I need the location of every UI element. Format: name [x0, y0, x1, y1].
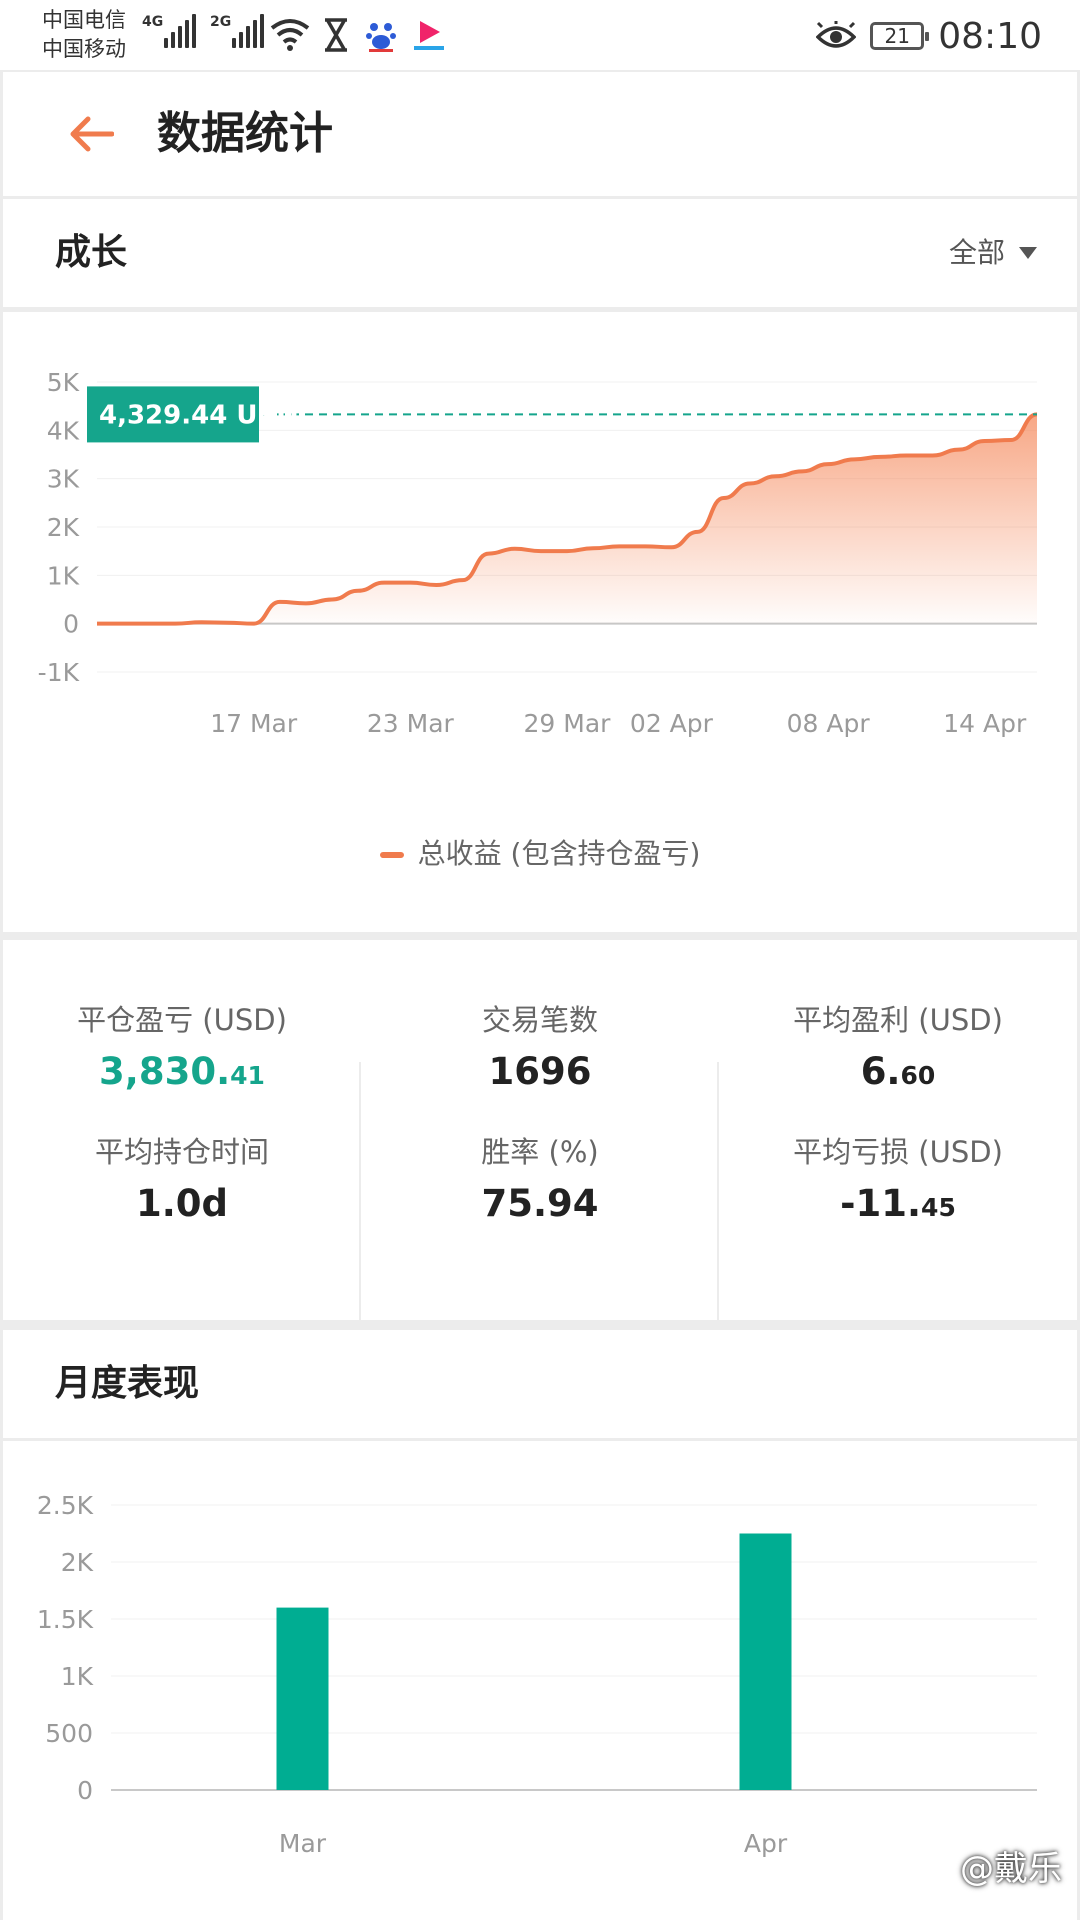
- status-bar: 中国电信 中国移动 4G 2G 21 08:10: [0, 0, 1080, 70]
- stat-label: 平均盈利 (USD): [793, 1003, 1003, 1037]
- legend-swatch: [379, 852, 404, 858]
- x-tick-label: 17 Mar: [210, 709, 298, 738]
- y-tick-label: 1K: [47, 561, 80, 590]
- y-tick-label: 1.5K: [37, 1605, 94, 1634]
- y-tick-label: 2K: [61, 1548, 94, 1577]
- monthly-chart: 0 500 1K 1.5K 2K 2.5K Mar Apr: [37, 1491, 1037, 1858]
- x-tick-label: 08 Apr: [787, 709, 871, 738]
- stat-win-rate: 胜率 (%) 75.94: [361, 1132, 719, 1234]
- x-tick-label: Mar: [279, 1829, 327, 1858]
- growth-area-fill: [97, 414, 1037, 624]
- x-tick-label: 29 Mar: [524, 709, 612, 738]
- range-filter-label: 全部: [948, 236, 1005, 269]
- battery-icon: 21: [870, 22, 930, 50]
- youku-app-icon: [414, 21, 444, 50]
- growth-chart: 4,329.44 USD -1K 0 1K 2K 3K 4K 5K 17 Mar 23 Mar 2…: [38, 368, 1038, 738]
- page-title: 数据统计: [157, 108, 333, 159]
- growth-section-header: 成长 全部: [3, 199, 1077, 307]
- monthly-title: 月度表现: [55, 1363, 200, 1404]
- stat-value: 75.94: [481, 1182, 599, 1225]
- y-tick-label: 2.5K: [37, 1491, 94, 1520]
- y-tick-label: 4K: [47, 416, 80, 445]
- stat-value: 6.60: [860, 1050, 936, 1093]
- eye-icon: [816, 21, 857, 48]
- stat-label: 交易笔数: [481, 1003, 598, 1037]
- x-tick-label: Apr: [744, 1829, 788, 1858]
- column-separator: [717, 1062, 719, 1326]
- stat-label: 胜率 (%): [481, 1135, 599, 1169]
- clock: 08:10: [938, 15, 1042, 57]
- column-separator: [359, 1062, 361, 1326]
- y-tick-label: -1K: [38, 658, 80, 687]
- page: 数据统计 成长 全部 4,329.44 USD -1K 0 1K 2K 3K 4K 5K 17: [3, 72, 1077, 1920]
- monthly-chart-card: 0 500 1K 1.5K 2K 2.5K Mar Apr: [3, 1441, 1077, 1920]
- back-button[interactable]: [63, 106, 119, 162]
- stat-value: 1.0d: [135, 1182, 229, 1225]
- y-tick-label: 0: [63, 610, 79, 639]
- stat-avg-profit: 平均盈利 (USD) 6.60: [719, 1000, 1077, 1102]
- y-tick-label: 2K: [47, 513, 80, 542]
- x-tick-label: 14 Apr: [943, 709, 1027, 738]
- monthly-section-header: 月度表现: [3, 1330, 1077, 1438]
- y-tick-label: 0: [77, 1776, 93, 1805]
- stat-value: -11.45: [840, 1182, 956, 1225]
- stat-trade-count: 交易笔数 1696: [361, 1000, 719, 1102]
- network-type-1: 4G: [142, 14, 164, 30]
- signal-icon: [232, 14, 264, 48]
- range-filter-dropdown[interactable]: 全部: [949, 229, 1037, 277]
- growth-chart-card: 4,329.44 USD -1K 0 1K 2K 3K 4K 5K 17 Mar 23 Mar 2…: [3, 312, 1077, 932]
- stat-label: 平均亏损 (USD): [793, 1135, 1003, 1169]
- growth-legend: 总收益 (包含持仓盈亏): [3, 832, 1077, 872]
- baidu-app-icon: [366, 23, 396, 52]
- status-right: 21 08:10: [816, 14, 1042, 58]
- stat-closed-pnl: 平仓盈亏 (USD) 3,830.41: [3, 1000, 361, 1102]
- signal-icon: [164, 14, 196, 48]
- stat-avg-hold-time: 平均持仓时间 1.0d: [3, 1132, 361, 1234]
- stat-avg-loss: 平均亏损 (USD) -11.45: [719, 1132, 1077, 1234]
- stat-value: 1696: [488, 1050, 592, 1093]
- y-tick-label: 1K: [61, 1662, 94, 1691]
- hourglass-icon: [325, 18, 347, 52]
- carrier-1: 中国电信: [42, 8, 126, 32]
- divider: [3, 307, 1077, 310]
- stat-value: 3,830.41: [99, 1050, 265, 1093]
- app-bar: 数据统计: [3, 72, 1077, 196]
- legend-label: 总收益 (包含持仓盈亏): [417, 837, 701, 870]
- x-tick-label: 23 Mar: [367, 709, 455, 738]
- caret-down-icon: [1019, 247, 1037, 259]
- wifi-icon: [270, 19, 310, 51]
- carrier-2: 中国移动: [42, 37, 126, 61]
- bar-mar[interactable]: [276, 1607, 329, 1790]
- y-tick-label: 500: [45, 1719, 93, 1748]
- arrow-left-icon: [70, 116, 114, 152]
- y-tick-label: 3K: [47, 465, 80, 494]
- watermark: @戴乐: [960, 1849, 1062, 1889]
- x-tick-label: 02 Apr: [630, 709, 714, 738]
- stat-label: 平均持仓时间: [94, 1135, 269, 1169]
- stat-label: 平仓盈亏 (USD): [77, 1003, 287, 1037]
- network-type-2: 2G: [210, 14, 232, 30]
- current-value-label: 4,329.44 USD: [99, 400, 298, 430]
- bar-apr[interactable]: [739, 1533, 792, 1791]
- carrier-names: 中国电信 中国移动: [42, 6, 126, 64]
- y-tick-label: 5K: [47, 368, 80, 397]
- stats-panel: 平仓盈亏 (USD) 3,830.41 交易笔数 1696 平均盈利 (USD)…: [3, 940, 1077, 1326]
- growth-title: 成长: [55, 232, 128, 273]
